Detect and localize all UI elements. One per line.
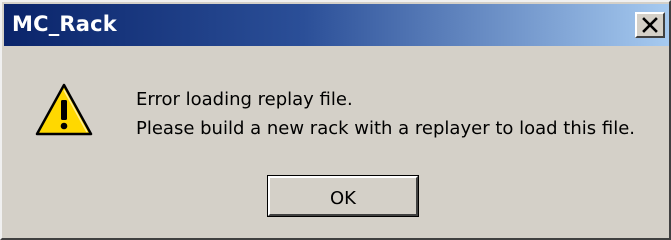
close-icon bbox=[642, 17, 658, 33]
close-button[interactable] bbox=[635, 12, 665, 38]
message-line-1: Error loading replay file. bbox=[136, 89, 353, 110]
ok-button-label: OK bbox=[330, 188, 356, 209]
message-line-2: Please build a new rack with a replayer … bbox=[136, 118, 635, 139]
title-bar[interactable]: MC_Rack bbox=[4, 4, 669, 46]
warning-icon bbox=[35, 83, 93, 136]
ok-button-face: OK bbox=[268, 176, 418, 216]
error-dialog: MC_Rack Error loading replay file. Pleas… bbox=[0, 0, 671, 240]
error-message: Error loading replay file. Please build … bbox=[136, 85, 635, 143]
ok-button[interactable]: OK bbox=[267, 175, 419, 217]
window-title: MC_Rack bbox=[12, 12, 117, 36]
